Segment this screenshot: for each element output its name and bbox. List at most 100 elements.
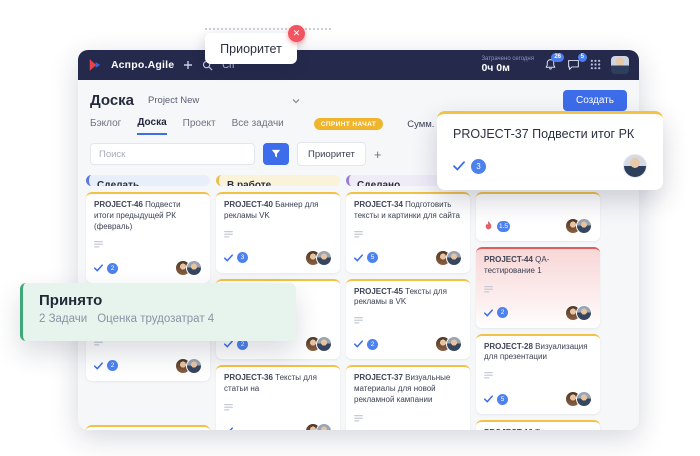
- task-title: PROJECT-36 Тексты для статьи на: [224, 373, 317, 393]
- notifications-button[interactable]: 26: [544, 53, 564, 71]
- assignee-avatars: [565, 391, 592, 408]
- task-footer: 5: [354, 249, 462, 266]
- page-title: Доска: [90, 92, 135, 109]
- task-card-project-28[interactable]: PROJECT-28 Визуализация для презентации 5: [476, 333, 600, 415]
- assignee-avatars: [305, 336, 332, 353]
- stage: Аспро.Agile Сп Затрачено сегодня 0ч 0м 2…: [0, 0, 700, 456]
- checkmark-icon: [354, 340, 363, 348]
- task-card-project-36[interactable]: PROJECT-36 Тексты для статьи на: [216, 365, 340, 430]
- task-card-project-48[interactable]: PROJECT-48 Подвести итоги РК2: [86, 424, 210, 430]
- description-icon: [354, 317, 363, 324]
- assignee-avatars: [305, 249, 332, 266]
- column-3: Сделано1 ЗадачаОценка трудозатратPROJECT…: [346, 175, 470, 430]
- points-badge: 3: [471, 158, 486, 174]
- apps-grid-icon[interactable]: [590, 59, 601, 70]
- create-button[interactable]: Создать: [562, 90, 627, 111]
- time-tracker-value: 0ч 0м: [481, 62, 510, 75]
- column-4: Принято2 ЗадачиОценка трудозатрат 41.5PR…: [476, 175, 600, 430]
- app-logo-icon: [89, 59, 101, 71]
- column-header[interactable]: В работе1 ЗадачаОценка трудозатрат 3: [216, 175, 340, 186]
- task-footer: 2: [94, 357, 202, 374]
- task-card-project-40[interactable]: PROJECT-40 Баннер для рекламы VK 3: [216, 192, 340, 273]
- task-footer: 1.5: [484, 218, 592, 234]
- task-title: PROJECT-46 Подвести итоги предыдущей РК …: [94, 200, 181, 231]
- task-title: PROJECT-28 Визуализация для презентации: [484, 341, 588, 362]
- task-card-project-46[interactable]: PROJECT-46 Подвести итоги предыдущей РК …: [86, 192, 210, 284]
- topbar-right: Затрачено сегодня 0ч 0м 26 5: [481, 53, 629, 75]
- avatar: [316, 422, 332, 430]
- task-title: PROJECT-37 Визуальные материалы для ново…: [354, 373, 451, 404]
- points-badge: 1.5: [497, 220, 511, 232]
- task-footer: 3: [224, 249, 332, 266]
- column-header[interactable]: Сделать2 ЗадачиОценка трудозатрат 4: [86, 175, 210, 186]
- task-card-project-37[interactable]: PROJECT-37 Визуальные материалы для ново…: [346, 365, 470, 430]
- description-icon: [484, 372, 493, 379]
- task-title: [484, 200, 592, 211]
- user-avatar[interactable]: [611, 55, 629, 74]
- tab-все-задачи[interactable]: Все задачи: [232, 118, 284, 134]
- task-title: PROJECT-44 QA-тестирование 1: [484, 255, 550, 275]
- task-card-project-45[interactable]: PROJECT-45 Тексты для рекламы в VK 2: [346, 278, 470, 360]
- filter-button[interactable]: [263, 143, 289, 165]
- topbar: Аспро.Agile Сп Затрачено сегодня 0ч 0м 2…: [78, 50, 639, 80]
- tab-бэклог[interactable]: Бэклог: [90, 118, 121, 134]
- checkmark-icon: [229, 427, 233, 430]
- checkmark-icon: [484, 308, 493, 317]
- avatar: [316, 249, 332, 266]
- assignee-avatars: [565, 218, 592, 234]
- messages-button[interactable]: 5: [567, 53, 587, 71]
- task-footer: 2: [354, 336, 462, 353]
- notifications-badge: 26: [551, 53, 564, 63]
- chevron-down-icon: [292, 98, 300, 103]
- drag-indicator: [205, 28, 331, 30]
- remove-filter-button[interactable]: ✕: [288, 25, 305, 42]
- points-badge: 3: [237, 252, 248, 264]
- project-name: Project New: [148, 95, 200, 106]
- tab-проект[interactable]: Проект: [183, 118, 216, 134]
- accepted-column-ghost[interactable]: Принято 2 Задачи Оценка трудозатрат 4: [20, 283, 296, 341]
- points-badge: 2: [367, 338, 378, 350]
- points-badge: 2: [107, 262, 118, 274]
- time-tracker-label: Затрачено сегодня: [481, 55, 534, 62]
- add-icon[interactable]: [183, 60, 193, 70]
- assignee-avatar: [623, 154, 647, 178]
- points-badge: 2: [497, 307, 508, 319]
- task-card-project-34[interactable]: PROJECT-34 Подготовить тексты и картинки…: [346, 192, 470, 273]
- project-selector[interactable]: Project New: [148, 95, 300, 106]
- dragged-priority-chip[interactable]: Приоритет ✕: [205, 25, 331, 64]
- column-cards: 1.5 PROJECT-44 QA-тестирование 1 2 PROJECT-…: [476, 192, 600, 430]
- avatar: [446, 336, 462, 353]
- floating-task-card[interactable]: PROJECT-37 Подвести итог РК 3: [437, 111, 663, 190]
- task-card-project-19[interactable]: PROJECT-19 Тексты для рекламы VK5: [476, 420, 600, 430]
- assignee-avatars: [175, 357, 202, 374]
- filter-chip-priority[interactable]: Приоритет: [297, 142, 366, 166]
- task-title: PROJECT-34 Подготовить тексты и картинки…: [354, 200, 460, 220]
- checkmark-icon: [453, 161, 465, 171]
- description-icon: [484, 285, 493, 293]
- column-cards: PROJECT-34 Подготовить тексты и картинки…: [346, 192, 470, 430]
- time-tracker[interactable]: Затрачено сегодня 0ч 0м: [481, 56, 534, 75]
- add-filter-button[interactable]: +: [374, 148, 382, 161]
- checkmark-icon: [484, 395, 493, 403]
- avatar: [186, 357, 202, 374]
- funnel-icon: [271, 149, 281, 158]
- column-title: Сделать: [97, 180, 140, 186]
- assignee-avatars: [305, 422, 332, 430]
- overdue-flame-icon: [485, 221, 492, 230]
- search-input[interactable]: [90, 143, 255, 165]
- description-icon: [224, 230, 233, 238]
- assignee-avatars: [435, 336, 462, 353]
- sprint-status-badge: СПРИНТ НАЧАТ: [313, 118, 384, 130]
- tab-доска[interactable]: Доска: [137, 117, 167, 135]
- task-card[interactable]: 1.5: [476, 192, 600, 241]
- dragged-chip-label: Приоритет: [220, 41, 282, 56]
- assignee-avatars: [565, 304, 592, 321]
- avatar: [576, 391, 592, 408]
- floating-task-title: PROJECT-37 Подвести итог РК: [453, 127, 635, 141]
- task-footer: 2: [484, 304, 592, 321]
- task-card-project-44[interactable]: PROJECT-44 QA-тестирование 1 2: [476, 247, 600, 328]
- task-footer: [224, 422, 332, 430]
- checkmark-icon: [354, 253, 363, 262]
- description-icon: [354, 414, 363, 422]
- points-badge: 5: [497, 393, 508, 405]
